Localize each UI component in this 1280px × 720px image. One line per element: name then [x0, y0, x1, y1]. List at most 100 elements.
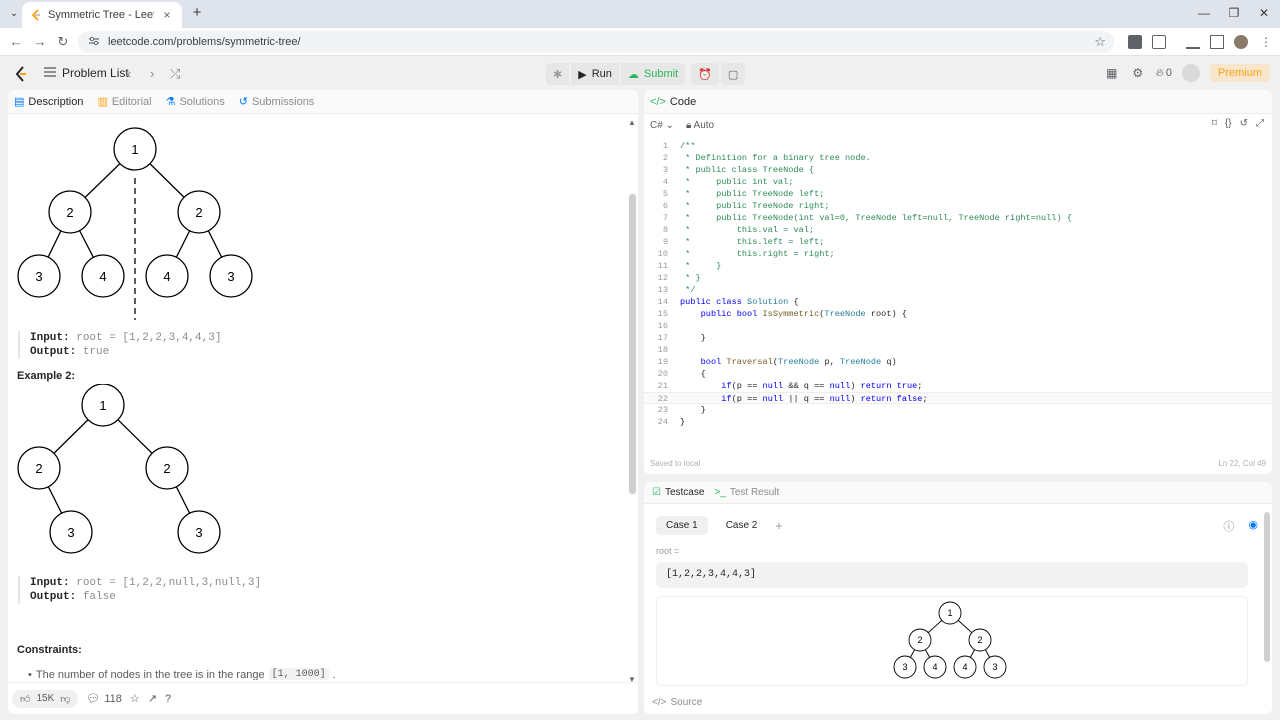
reload-icon[interactable]: ↻	[55, 34, 71, 50]
code-token: * }	[680, 261, 722, 271]
code-line[interactable]: 9 * this.left = left;	[644, 236, 1272, 248]
tab-test-result[interactable]: >_ Test Result	[714, 487, 779, 498]
param-value-input[interactable]: [1,2,2,3,4,4,3]	[656, 562, 1248, 588]
fullscreen-icon[interactable]: ⤢	[1256, 118, 1264, 129]
run-button[interactable]: ▶ Run	[571, 63, 619, 85]
code-line[interactable]: 2 * Definition for a binary tree node.	[644, 152, 1272, 164]
code-text: * this.val = val;	[680, 224, 814, 236]
code-line[interactable]: 20 {	[644, 368, 1272, 380]
forward-icon[interactable]: →	[32, 34, 48, 50]
side-panel-icon[interactable]	[1210, 35, 1224, 49]
source-bar[interactable]: </> Source	[644, 690, 1272, 714]
layout-icon[interactable]: ▦	[1104, 65, 1120, 81]
code-line[interactable]: 16	[644, 320, 1272, 332]
case-1-tab[interactable]: Case 1	[656, 516, 708, 535]
ex1-output-key: Output:	[30, 346, 77, 358]
tab-description[interactable]: ▤ Description	[14, 95, 83, 109]
code-line[interactable]: 11 * }	[644, 260, 1272, 272]
add-case-button[interactable]: +	[775, 519, 782, 533]
thumbs-down-icon[interactable]: 👎︎	[60, 693, 70, 705]
description-scrollbar[interactable]: ▲ ▼	[628, 118, 636, 684]
code-line[interactable]: 1 /**	[644, 140, 1272, 152]
back-icon[interactable]: ←	[8, 34, 24, 50]
debug-button[interactable]: ✱	[546, 63, 570, 85]
code-line[interactable]: 3 * public class TreeNode {	[644, 164, 1272, 176]
code-line[interactable]: 21 if(p == null && q == null) return tru…	[644, 380, 1272, 392]
language-select[interactable]: C# ⌄	[650, 120, 674, 131]
code-line[interactable]: 13 */	[644, 284, 1272, 296]
code-line[interactable]: 14 public class Solution {	[644, 296, 1272, 308]
code-line[interactable]: 17 }	[644, 332, 1272, 344]
code-line[interactable]: 24}	[644, 416, 1272, 428]
testcase-tools: ⓘ ◉	[1223, 518, 1258, 534]
timer-button[interactable]: ⏰	[691, 63, 719, 85]
settings-gear-icon[interactable]: ⚙	[1130, 65, 1146, 81]
reset-icon[interactable]: ↺	[1240, 118, 1248, 129]
code-line[interactable]: 4 * public int val;	[644, 176, 1272, 188]
favorite-star-icon[interactable]: ☆	[130, 692, 140, 705]
shuffle-icon[interactable]: ⤮	[170, 66, 180, 82]
code-tab-label[interactable]: Code	[670, 96, 696, 108]
code-line[interactable]: 5 * public TreeNode left;	[644, 188, 1272, 200]
line-number: 7	[662, 213, 668, 223]
code-line[interactable]: 10 * this.right = right;	[644, 248, 1272, 260]
user-avatar[interactable]	[1181, 64, 1200, 82]
minimize-icon[interactable]: —	[1192, 4, 1216, 22]
line-number: 6	[662, 201, 668, 211]
restore-icon[interactable]: ❐	[1222, 4, 1246, 22]
browser-tab[interactable]: Symmetric Tree - LeetCode ×	[22, 2, 182, 28]
tab-solutions[interactable]: ⚗ Solutions	[166, 95, 225, 109]
case-2-tab[interactable]: Case 2	[716, 516, 768, 535]
tab-testcase[interactable]: ☑ Testcase	[652, 487, 704, 498]
code-token: }	[680, 333, 706, 343]
code-line[interactable]: 18	[644, 344, 1272, 356]
code-line[interactable]: 19 bool Traversal(TreeNode p, TreeNode q…	[644, 356, 1272, 368]
problem-list-button[interactable]: Problem List	[44, 66, 129, 80]
bookmark-star-icon[interactable]: ☆	[1094, 34, 1106, 50]
share-icon[interactable]: ↗	[148, 692, 157, 705]
format-braces-icon[interactable]: {}	[1225, 118, 1232, 129]
code-line[interactable]: 8 * this.val = val;	[644, 224, 1272, 236]
tab-close-icon[interactable]: ×	[160, 8, 174, 22]
code-line[interactable]: 6 * public TreeNode right;	[644, 200, 1272, 212]
code-line[interactable]: 22 if(p == null || q == null) return fal…	[644, 392, 1272, 404]
code-editor[interactable]: 1/** 2 * Definition for a binary tree nod…	[644, 140, 1272, 440]
browser-menu-icon[interactable]: ⋮	[1260, 35, 1272, 49]
tab-submissions[interactable]: ↺ Submissions	[239, 95, 315, 109]
scrollbar-thumb[interactable]	[629, 194, 636, 494]
code-token: q)	[881, 357, 897, 367]
tab-search-icon[interactable]: ⌄	[6, 6, 22, 22]
extensions-puzzle-icon[interactable]	[1152, 35, 1166, 49]
streak-counter[interactable]: 🔥︎ 0	[1156, 67, 1172, 80]
site-info-icon[interactable]	[88, 35, 100, 49]
close-window-icon[interactable]: ✕	[1252, 4, 1276, 22]
bookmark-icon[interactable]: ⌑	[1212, 118, 1217, 129]
premium-button[interactable]: Premium	[1209, 64, 1270, 82]
mode-toggle[interactable]: 🔒︎ Auto	[686, 120, 714, 131]
help-icon[interactable]: ?	[165, 693, 171, 705]
leetcode-logo-icon[interactable]	[14, 66, 30, 82]
prev-problem-icon[interactable]: ‹	[127, 66, 131, 81]
scroll-up-icon[interactable]: ▲	[628, 118, 636, 127]
comments-button[interactable]: 💬︎ 118	[86, 692, 122, 706]
new-tab-button[interactable]: +	[188, 5, 206, 23]
like-dislike-group[interactable]: 👍︎ 15K 👎︎	[12, 689, 79, 708]
code-line[interactable]: 12 * }	[644, 272, 1272, 284]
testcase-scrollbar-thumb[interactable]	[1264, 512, 1270, 662]
submit-button[interactable]: ☁ Submit	[620, 63, 686, 85]
code-line[interactable]: 7 * public TreeNode(int val=0, TreeNode …	[644, 212, 1272, 224]
eye-icon[interactable]: ◉	[1248, 518, 1258, 534]
media-icon[interactable]	[1186, 35, 1200, 49]
url-input[interactable]: leetcode.com/problems/symmetric-tree/ ☆	[78, 31, 1114, 53]
code-line[interactable]: 15 public bool IsSymmetric(TreeNode root…	[644, 308, 1272, 320]
notes-button[interactable]: ▢	[720, 63, 746, 85]
tab-editorial[interactable]: ▥ Editorial	[97, 95, 151, 109]
thumbs-up-icon[interactable]: 👍︎	[20, 693, 30, 705]
code-line[interactable]: 23 }	[644, 404, 1272, 416]
next-problem-icon[interactable]: ›	[150, 66, 154, 81]
ex1-node-label: 4	[99, 269, 106, 284]
extension-icon[interactable]	[1128, 35, 1142, 49]
help-circle-icon[interactable]: ⓘ	[1223, 518, 1234, 534]
line-number: 19	[657, 357, 668, 367]
profile-avatar[interactable]	[1234, 35, 1248, 49]
